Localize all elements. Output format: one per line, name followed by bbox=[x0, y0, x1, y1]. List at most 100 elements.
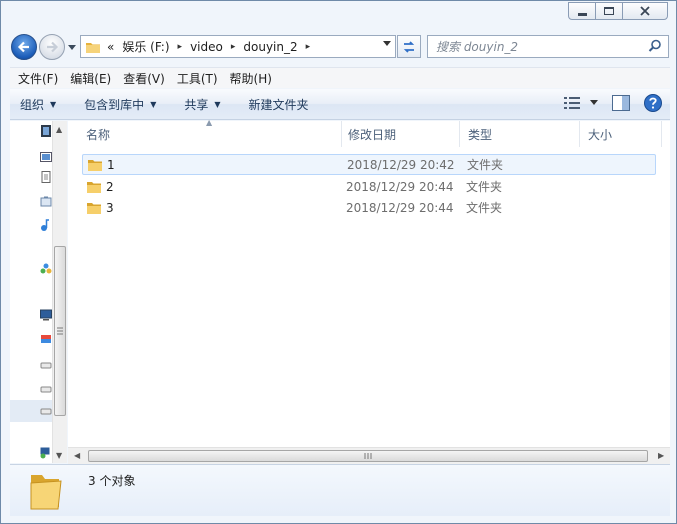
local-disk-icon[interactable] bbox=[40, 333, 52, 345]
change-view-button[interactable] bbox=[564, 97, 598, 109]
new-folder-label: 新建文件夹 bbox=[248, 97, 309, 112]
drive-icon[interactable] bbox=[40, 359, 52, 371]
column-header-date-label: 修改日期 bbox=[348, 127, 397, 142]
explorer-window: « 娱乐 (F:) ▸ video ▸ douyin_2 ▸ 搜索 douyin… bbox=[0, 0, 677, 524]
help-button[interactable] bbox=[644, 94, 662, 112]
breadcrumb-drive[interactable]: 娱乐 (F:) ▸ bbox=[122, 38, 190, 55]
menu-help[interactable]: 帮助(H) bbox=[224, 70, 278, 87]
folder-icon bbox=[87, 158, 107, 172]
videos-library-icon[interactable] bbox=[40, 125, 52, 137]
refresh-button[interactable] bbox=[397, 35, 421, 58]
organize-button[interactable]: 组织 ▼ bbox=[10, 96, 66, 113]
back-button[interactable] bbox=[11, 34, 37, 60]
forward-button[interactable] bbox=[39, 34, 65, 60]
documents-library-icon[interactable] bbox=[40, 171, 52, 183]
include-in-library-button[interactable]: 包含到库中 ▼ bbox=[74, 96, 166, 113]
navigation-pane-scrollbar[interactable]: ▲ ▼ bbox=[52, 121, 67, 463]
file-list: ▲ 名称 修改日期 类型 大小 1 2018/12/29 20:42 文件夹 2… bbox=[68, 118, 670, 463]
menu-file[interactable]: 文件(F) bbox=[12, 70, 64, 87]
address-dropdown-button[interactable] bbox=[383, 40, 391, 50]
search-box[interactable]: 搜索 douyin_2 bbox=[427, 35, 669, 58]
arrow-left-icon bbox=[17, 41, 29, 53]
breadcrumb-video[interactable]: video ▸ bbox=[190, 40, 243, 54]
file-row[interactable]: 2 2018/12/29 20:44 文件夹 bbox=[82, 176, 656, 197]
chevron-down-icon: ▼ bbox=[150, 99, 157, 109]
preview-pane-button[interactable] bbox=[612, 95, 630, 111]
share-label: 共享 bbox=[184, 97, 209, 112]
column-header-name-label: 名称 bbox=[86, 127, 111, 142]
music-library-icon[interactable] bbox=[40, 219, 52, 231]
breadcrumb-separator-icon[interactable]: ▸ bbox=[306, 42, 311, 52]
file-type: 文件夹 bbox=[467, 158, 504, 172]
include-in-library-label: 包含到库中 bbox=[84, 97, 145, 112]
breadcrumb-douyin[interactable]: douyin_2 ▸ bbox=[243, 40, 318, 54]
grip-icon bbox=[364, 453, 372, 459]
scroll-up-arrow-icon[interactable]: ▲ bbox=[56, 125, 62, 134]
command-bar: 组织 ▼ 包含到库中 ▼ 共享 ▼ 新建文件夹 bbox=[10, 89, 670, 120]
drive-icon bbox=[40, 408, 52, 415]
folder-large-icon bbox=[30, 475, 62, 510]
column-header-size[interactable]: 大小 bbox=[578, 121, 662, 147]
folder-icon bbox=[86, 42, 100, 53]
computer-icon[interactable] bbox=[40, 309, 52, 321]
column-header-name[interactable]: 名称 bbox=[76, 121, 342, 147]
file-type: 文件夹 bbox=[466, 180, 503, 194]
help-icon bbox=[644, 94, 662, 112]
close-icon bbox=[640, 6, 650, 16]
chevron-down-icon bbox=[590, 100, 598, 105]
menu-tools[interactable]: 工具(T) bbox=[171, 70, 224, 87]
file-type: 文件夹 bbox=[466, 201, 503, 215]
navigation-pane: ▲ ▼ bbox=[10, 121, 67, 463]
chevron-down-icon: ▼ bbox=[214, 99, 221, 109]
column-header-date[interactable]: 修改日期 bbox=[338, 121, 460, 147]
menu-bar: 文件(F) 编辑(E) 查看(V) 工具(T) 帮助(H) bbox=[10, 67, 670, 88]
file-name: 2 bbox=[106, 179, 114, 194]
pictures-library-icon[interactable] bbox=[40, 151, 52, 163]
breadcrumb-separator-icon[interactable]: ▸ bbox=[231, 42, 236, 52]
search-icon bbox=[648, 39, 661, 52]
minimize-button[interactable] bbox=[568, 2, 596, 20]
folder-icon bbox=[86, 201, 106, 215]
recent-pages-dropdown[interactable] bbox=[67, 43, 77, 53]
address-overflow[interactable]: « bbox=[107, 40, 114, 54]
address-bar[interactable]: « 娱乐 (F:) ▸ video ▸ douyin_2 ▸ bbox=[80, 35, 396, 58]
scroll-down-arrow-icon[interactable]: ▼ bbox=[56, 451, 62, 460]
preview-pane-icon bbox=[612, 95, 630, 111]
search-input[interactable]: 搜索 douyin_2 bbox=[436, 38, 518, 55]
column-header-type[interactable]: 类型 bbox=[458, 121, 580, 147]
arrow-right-icon bbox=[47, 41, 59, 53]
details-view-icon bbox=[564, 97, 580, 109]
scroll-right-arrow-icon[interactable]: ▶ bbox=[658, 451, 664, 460]
breadcrumb-douyin-label: douyin_2 bbox=[243, 39, 298, 54]
maximize-button[interactable] bbox=[595, 2, 623, 20]
nav-item-highlight[interactable] bbox=[10, 400, 52, 422]
network-icon[interactable] bbox=[40, 447, 52, 459]
drive-icon[interactable] bbox=[40, 383, 52, 395]
horizontal-scroll-thumb[interactable] bbox=[88, 450, 648, 462]
breadcrumb-video-label: video bbox=[190, 39, 223, 54]
minimize-icon bbox=[577, 12, 587, 16]
navigation-pane-scroll-thumb[interactable] bbox=[54, 246, 66, 416]
menu-edit[interactable]: 编辑(E) bbox=[64, 70, 117, 87]
chevron-down-icon bbox=[383, 41, 391, 46]
file-date: 2018/12/29 20:44 bbox=[346, 200, 454, 215]
refresh-icon bbox=[403, 40, 415, 53]
chevron-down-icon bbox=[68, 45, 76, 50]
file-list-horizontal-scrollbar[interactable]: ◀ ▶ bbox=[68, 447, 670, 464]
new-folder-button[interactable]: 新建文件夹 bbox=[239, 96, 319, 113]
search-button[interactable] bbox=[648, 39, 662, 56]
file-row[interactable]: 1 2018/12/29 20:42 文件夹 bbox=[82, 154, 656, 175]
share-button[interactable]: 共享 ▼ bbox=[174, 96, 230, 113]
navigation-bar: « 娱乐 (F:) ▸ video ▸ douyin_2 ▸ 搜索 douyin… bbox=[1, 31, 677, 63]
breadcrumb-separator-icon[interactable]: ▸ bbox=[178, 42, 183, 52]
organize-label: 组织 bbox=[20, 97, 45, 112]
homegroup-icon[interactable] bbox=[40, 263, 52, 275]
menu-view[interactable]: 查看(V) bbox=[117, 70, 171, 87]
item-count: 3 个对象 bbox=[88, 474, 136, 488]
column-header-type-label: 类型 bbox=[468, 127, 493, 142]
scroll-left-arrow-icon[interactable]: ◀ bbox=[74, 451, 80, 460]
downloads-icon[interactable] bbox=[40, 195, 52, 207]
breadcrumb-drive-label: 娱乐 (F:) bbox=[122, 40, 170, 54]
file-row[interactable]: 3 2018/12/29 20:44 文件夹 bbox=[82, 197, 656, 218]
close-button[interactable] bbox=[622, 2, 668, 20]
